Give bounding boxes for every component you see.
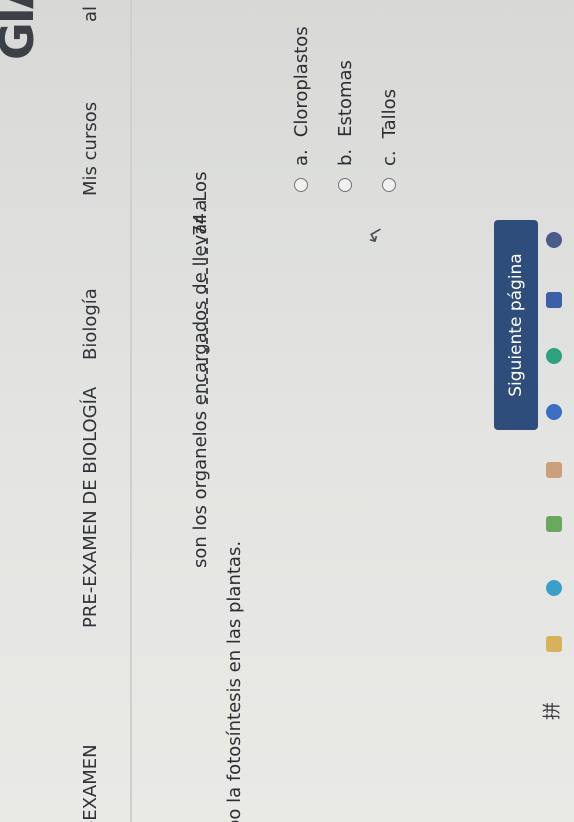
option-a[interactable]: a. Cloroplastos	[286, 26, 316, 192]
mouse-pointer-icon: ↰	[361, 222, 391, 249]
app-icon[interactable]	[546, 636, 562, 652]
browser-icon[interactable]	[546, 580, 562, 596]
option-label: Cloroplastos	[290, 26, 312, 138]
facebook-icon[interactable]	[546, 404, 562, 420]
option-c[interactable]: c. Tallos	[374, 89, 404, 192]
nav-item-pre-examen-biologia[interactable]: PRE-EXAMEN DE BIOLOGÍA	[80, 387, 101, 628]
word-icon[interactable]	[546, 292, 562, 308]
nav-item-mis-cursos[interactable]: Mis cursos	[80, 102, 101, 196]
taskbar: 拼	[528, 0, 574, 822]
radio-button-a[interactable]	[294, 178, 308, 192]
option-b[interactable]: b. Estomas	[330, 60, 360, 192]
top-bar: GIA	[0, 0, 46, 822]
divider	[130, 0, 132, 822]
folder-icon[interactable]	[546, 516, 562, 532]
nav-item-pre-examen[interactable]: PRE-EXAMEN	[80, 744, 101, 822]
page-canvas: GIA al Mis cursos Biología PRE-EXAMEN DE…	[0, 0, 574, 822]
radio-button-c[interactable]	[382, 178, 396, 192]
ime-icon[interactable]: 拼	[538, 702, 564, 720]
nav-item-biologia[interactable]: Biología	[80, 288, 101, 360]
radio-button-b[interactable]	[338, 178, 352, 192]
nav-item-partial[interactable]: al	[80, 6, 101, 22]
option-label: Tallos	[378, 88, 400, 139]
option-letter: c.	[378, 150, 400, 166]
option-label: Estomas	[334, 60, 356, 137]
site-logo: GIA	[0, 0, 44, 60]
question-text-part1: son los organelos encargados de llevar a	[190, 199, 211, 568]
question-text-part2: cabo la fotosíntesis en las plantas.	[224, 540, 245, 822]
option-letter: a.	[290, 149, 312, 166]
media-icon[interactable]	[546, 232, 562, 248]
mail-icon[interactable]	[546, 462, 562, 478]
breadcrumb-nav: al Mis cursos Biología PRE-EXAMEN DE BIO…	[74, 0, 114, 822]
chat-icon[interactable]	[546, 348, 562, 364]
option-letter: b.	[334, 148, 356, 166]
